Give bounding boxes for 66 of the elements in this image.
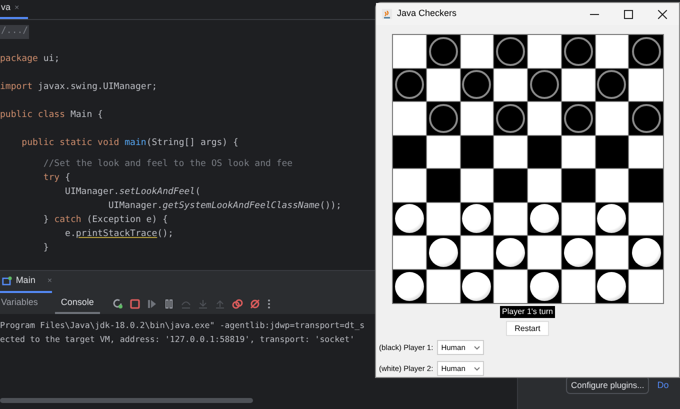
light-square[interactable] xyxy=(629,68,663,102)
more-icon[interactable] xyxy=(266,298,271,308)
rerun-icon[interactable] xyxy=(112,298,123,309)
light-square[interactable] xyxy=(494,202,528,236)
light-square[interactable] xyxy=(393,102,427,136)
code-line: UIManager.setLookAndFeel( xyxy=(64,187,200,197)
light-square[interactable] xyxy=(393,35,427,68)
file-tab[interactable]: va xyxy=(1,1,11,15)
light-square[interactable] xyxy=(494,68,528,102)
code-line: package ui; xyxy=(0,54,60,64)
close-icon[interactable]: × xyxy=(14,2,20,14)
light-square[interactable] xyxy=(596,102,630,136)
light-square[interactable] xyxy=(629,202,663,236)
code-line: } catch (Exception e) { xyxy=(42,215,168,225)
code-line: UIManager.getSystemLookAndFeelClassName()); xyxy=(107,201,342,211)
light-square[interactable] xyxy=(596,169,630,202)
light-square[interactable] xyxy=(562,270,596,303)
code-line: public class Main { xyxy=(0,110,103,120)
link[interactable]: Do xyxy=(657,379,669,392)
light-square[interactable] xyxy=(596,35,630,68)
light-square[interactable] xyxy=(426,68,460,102)
chevron-down-icon xyxy=(474,366,480,370)
console-line: ected to the target VM, address: '127.0.0.1:58819', transport: 'socket' xyxy=(0,333,355,346)
light-square[interactable] xyxy=(528,102,562,136)
breakpoints-icon[interactable] xyxy=(232,298,243,308)
stop-icon[interactable] xyxy=(130,298,140,308)
code-line: import javax.swing.UIManager; xyxy=(0,82,158,92)
window-title: Java Checkers xyxy=(397,7,457,20)
panel-tab[interactable]: Variables xyxy=(0,293,39,314)
light-square[interactable] xyxy=(562,136,596,169)
light-square[interactable] xyxy=(393,236,427,270)
light-square[interactable] xyxy=(528,236,562,270)
light-square[interactable] xyxy=(596,236,630,270)
light-square[interactable] xyxy=(528,169,562,202)
console-line: Program Files\Java\jdk-18.0.2\bin\java.exe" -agentlib:jdwp=transport=dt_s xyxy=(0,319,365,332)
light-square[interactable] xyxy=(460,169,494,202)
light-square[interactable] xyxy=(528,35,562,68)
light-square[interactable] xyxy=(426,202,460,236)
light-square[interactable] xyxy=(562,68,596,102)
restart-button[interactable]: Restart xyxy=(506,321,549,336)
maximize-icon xyxy=(624,10,632,18)
light-square[interactable] xyxy=(494,136,528,169)
run-config-icon xyxy=(2,276,12,286)
pause-icon[interactable] xyxy=(164,298,174,308)
code-line: //Set the look and feel to the OS look and fee xyxy=(42,159,293,169)
code-line: } xyxy=(42,243,49,253)
turn-status: Player 1's turn xyxy=(500,306,555,318)
light-square[interactable] xyxy=(562,202,596,236)
code-line: try { xyxy=(42,173,70,183)
light-square[interactable] xyxy=(629,136,663,169)
light-square[interactable] xyxy=(460,35,494,68)
scrollbar[interactable] xyxy=(0,398,253,403)
code-line: public static void main(String[] args) { xyxy=(20,138,238,148)
light-square[interactable] xyxy=(426,270,460,303)
light-square[interactable] xyxy=(494,270,528,303)
light-square[interactable] xyxy=(460,102,494,136)
close-icon xyxy=(658,10,666,18)
light-square[interactable] xyxy=(460,236,494,270)
chevron-down-icon xyxy=(474,346,480,350)
code-line: e.printStackTrace(); xyxy=(64,229,174,239)
run-tab[interactable]: Main xyxy=(16,274,36,288)
java-icon xyxy=(382,9,392,19)
resume-icon[interactable] xyxy=(146,298,157,308)
light-square[interactable] xyxy=(393,169,427,202)
mute-breakpoints-icon[interactable] xyxy=(250,298,260,308)
light-square[interactable] xyxy=(426,136,460,169)
